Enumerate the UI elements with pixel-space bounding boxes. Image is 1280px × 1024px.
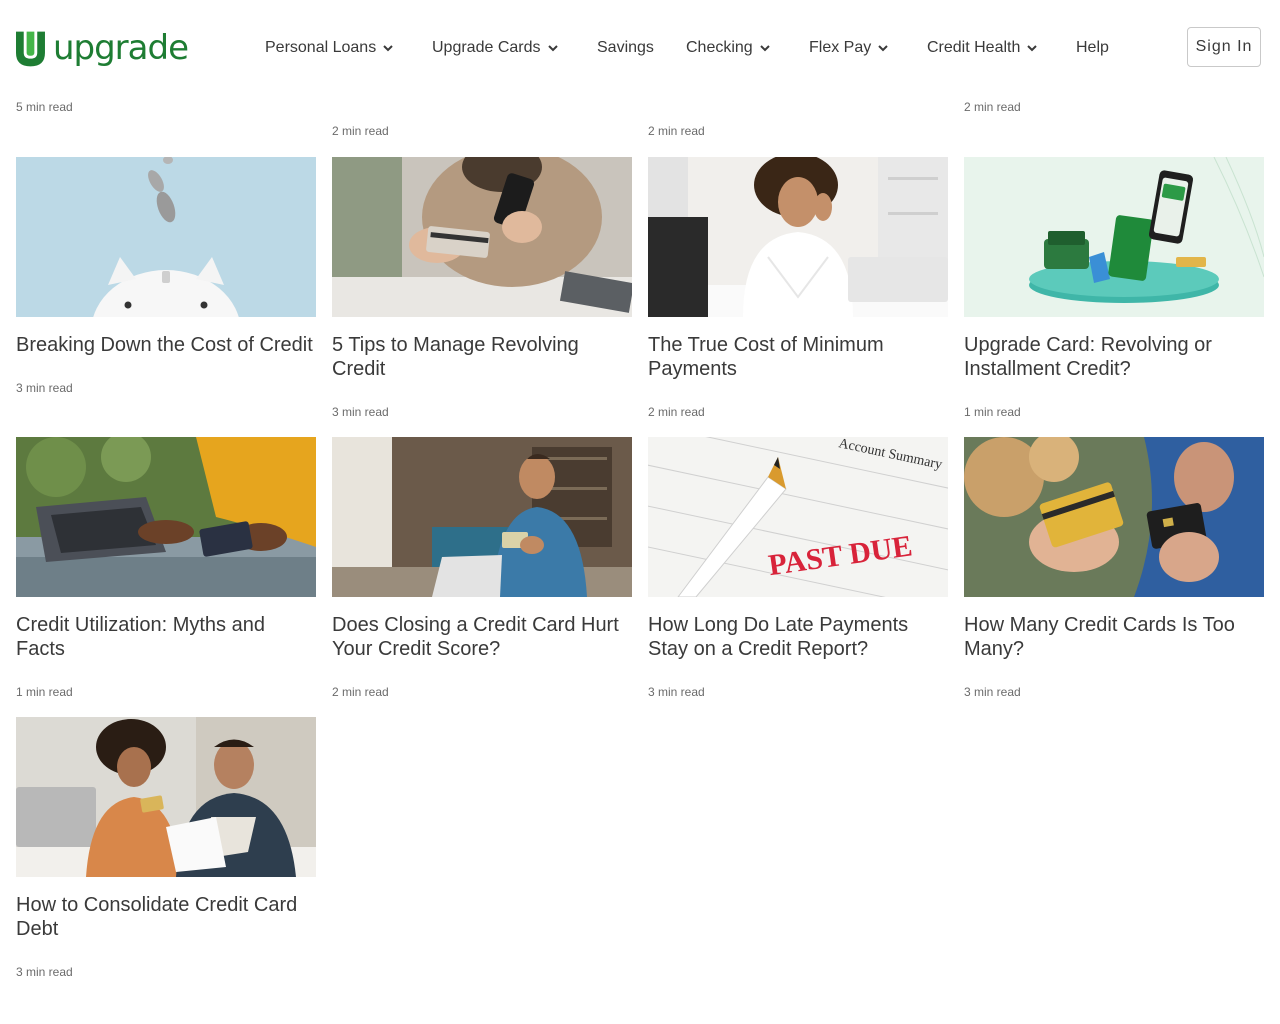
upgrade-card-illustration-image <box>964 157 1264 317</box>
nav-upgrade-cards[interactable]: Upgrade Cards <box>432 36 559 60</box>
chevron-down-icon <box>759 45 770 52</box>
article-title: How to Consolidate Credit Card Debt <box>16 894 298 940</box>
article-read-time: 3 min read <box>16 381 73 395</box>
previous-read-time: 5 min read <box>16 100 73 114</box>
article-read-time: 3 min read <box>16 965 73 979</box>
article-card[interactable]: How to Consolidate Credit Card Debt 3 mi… <box>16 717 316 981</box>
nav-flex-pay[interactable]: Flex Pay <box>809 36 889 60</box>
nav-checking[interactable]: Checking <box>686 36 771 60</box>
brand-name: upgrade <box>52 28 189 68</box>
article-card[interactable]: Credit Utilization: Myths and Facts 1 mi… <box>16 437 316 701</box>
article-card[interactable]: Upgrade Card: Revolving or Installment C… <box>964 157 1264 421</box>
upgrade-logo[interactable]: upgrade <box>16 28 189 68</box>
couple-reviewing-bills-image <box>16 717 316 877</box>
article-title: How Long Do Late Payments Stay on a Cred… <box>648 614 909 660</box>
chevron-down-icon <box>547 45 558 52</box>
nav-label: Help <box>1076 39 1109 56</box>
woman-holding-card-and-phone-image <box>332 157 632 317</box>
article-title: 5 Tips to Manage Revolving Credit <box>332 334 579 380</box>
nav-help[interactable]: Help <box>1076 36 1109 60</box>
chevron-down-icon <box>878 45 888 52</box>
nav-label: Credit Health <box>927 39 1021 56</box>
nav-label: Upgrade Cards <box>432 39 541 56</box>
piggy-bank-coins-image <box>16 157 316 317</box>
hands-holding-credit-cards-image <box>964 437 1264 597</box>
nav-label: Personal Loans <box>265 39 377 56</box>
man-laptop-credit-card-image <box>332 437 632 597</box>
article-read-time: 3 min read <box>332 405 389 419</box>
article-title: The True Cost of Minimum Payments <box>648 334 884 380</box>
article-title: How Many Credit Cards Is Too Many? <box>964 614 1235 660</box>
woman-laptop-credit-card-image <box>16 437 316 597</box>
previous-read-time: 2 min read <box>332 124 389 138</box>
previous-read-time: 2 min read <box>648 124 705 138</box>
nav-label: Savings <box>597 39 654 56</box>
article-card[interactable]: How Many Credit Cards Is Too Many? 3 min… <box>964 437 1264 701</box>
upgrade-u-logo-icon <box>16 31 45 67</box>
nav-personal-loans[interactable]: Personal Loans <box>265 36 394 60</box>
article-card[interactable]: Does Closing a Credit Card Hurt Your Cre… <box>332 437 632 701</box>
site-header: upgrade Personal Loans Upgrade Cards Sav… <box>0 0 1280 96</box>
article-read-time: 2 min read <box>648 405 705 419</box>
nav-label: Flex Pay <box>809 39 872 56</box>
article-card[interactable]: 5 Tips to Manage Revolving Credit 3 min … <box>332 157 632 421</box>
article-read-time: 1 min read <box>964 405 1021 419</box>
past-due-statement-image: Account Summary PAST DUE <box>648 437 948 597</box>
article-read-time: 3 min read <box>648 685 705 699</box>
nav-label: Checking <box>686 39 753 56</box>
article-card[interactable]: Breaking Down the Cost of Credit 3 min r… <box>16 157 316 397</box>
chevron-down-icon <box>1027 45 1038 52</box>
nav-savings[interactable]: Savings <box>597 36 654 60</box>
article-title: Credit Utilization: Myths and Facts <box>16 614 265 660</box>
article-read-time: 3 min read <box>964 685 1021 699</box>
previous-read-time: 2 min read <box>964 100 1021 114</box>
sign-in-button[interactable]: Sign In <box>1187 27 1261 67</box>
stressed-woman-at-desk-image <box>648 157 948 317</box>
chevron-down-icon <box>383 45 393 52</box>
nav-credit-health[interactable]: Credit Health <box>927 36 1038 60</box>
article-read-time: 2 min read <box>332 685 389 699</box>
article-card[interactable]: The True Cost of Minimum Payments 2 min … <box>648 157 948 421</box>
article-read-time: 1 min read <box>16 685 73 699</box>
article-card[interactable]: Account Summary PAST DUE How Long Do Lat… <box>648 437 948 701</box>
article-title: Breaking Down the Cost of Credit <box>16 334 313 356</box>
article-title: Does Closing a Credit Card Hurt Your Cre… <box>332 614 619 660</box>
article-title: Upgrade Card: Revolving or Installment C… <box>964 334 1212 380</box>
